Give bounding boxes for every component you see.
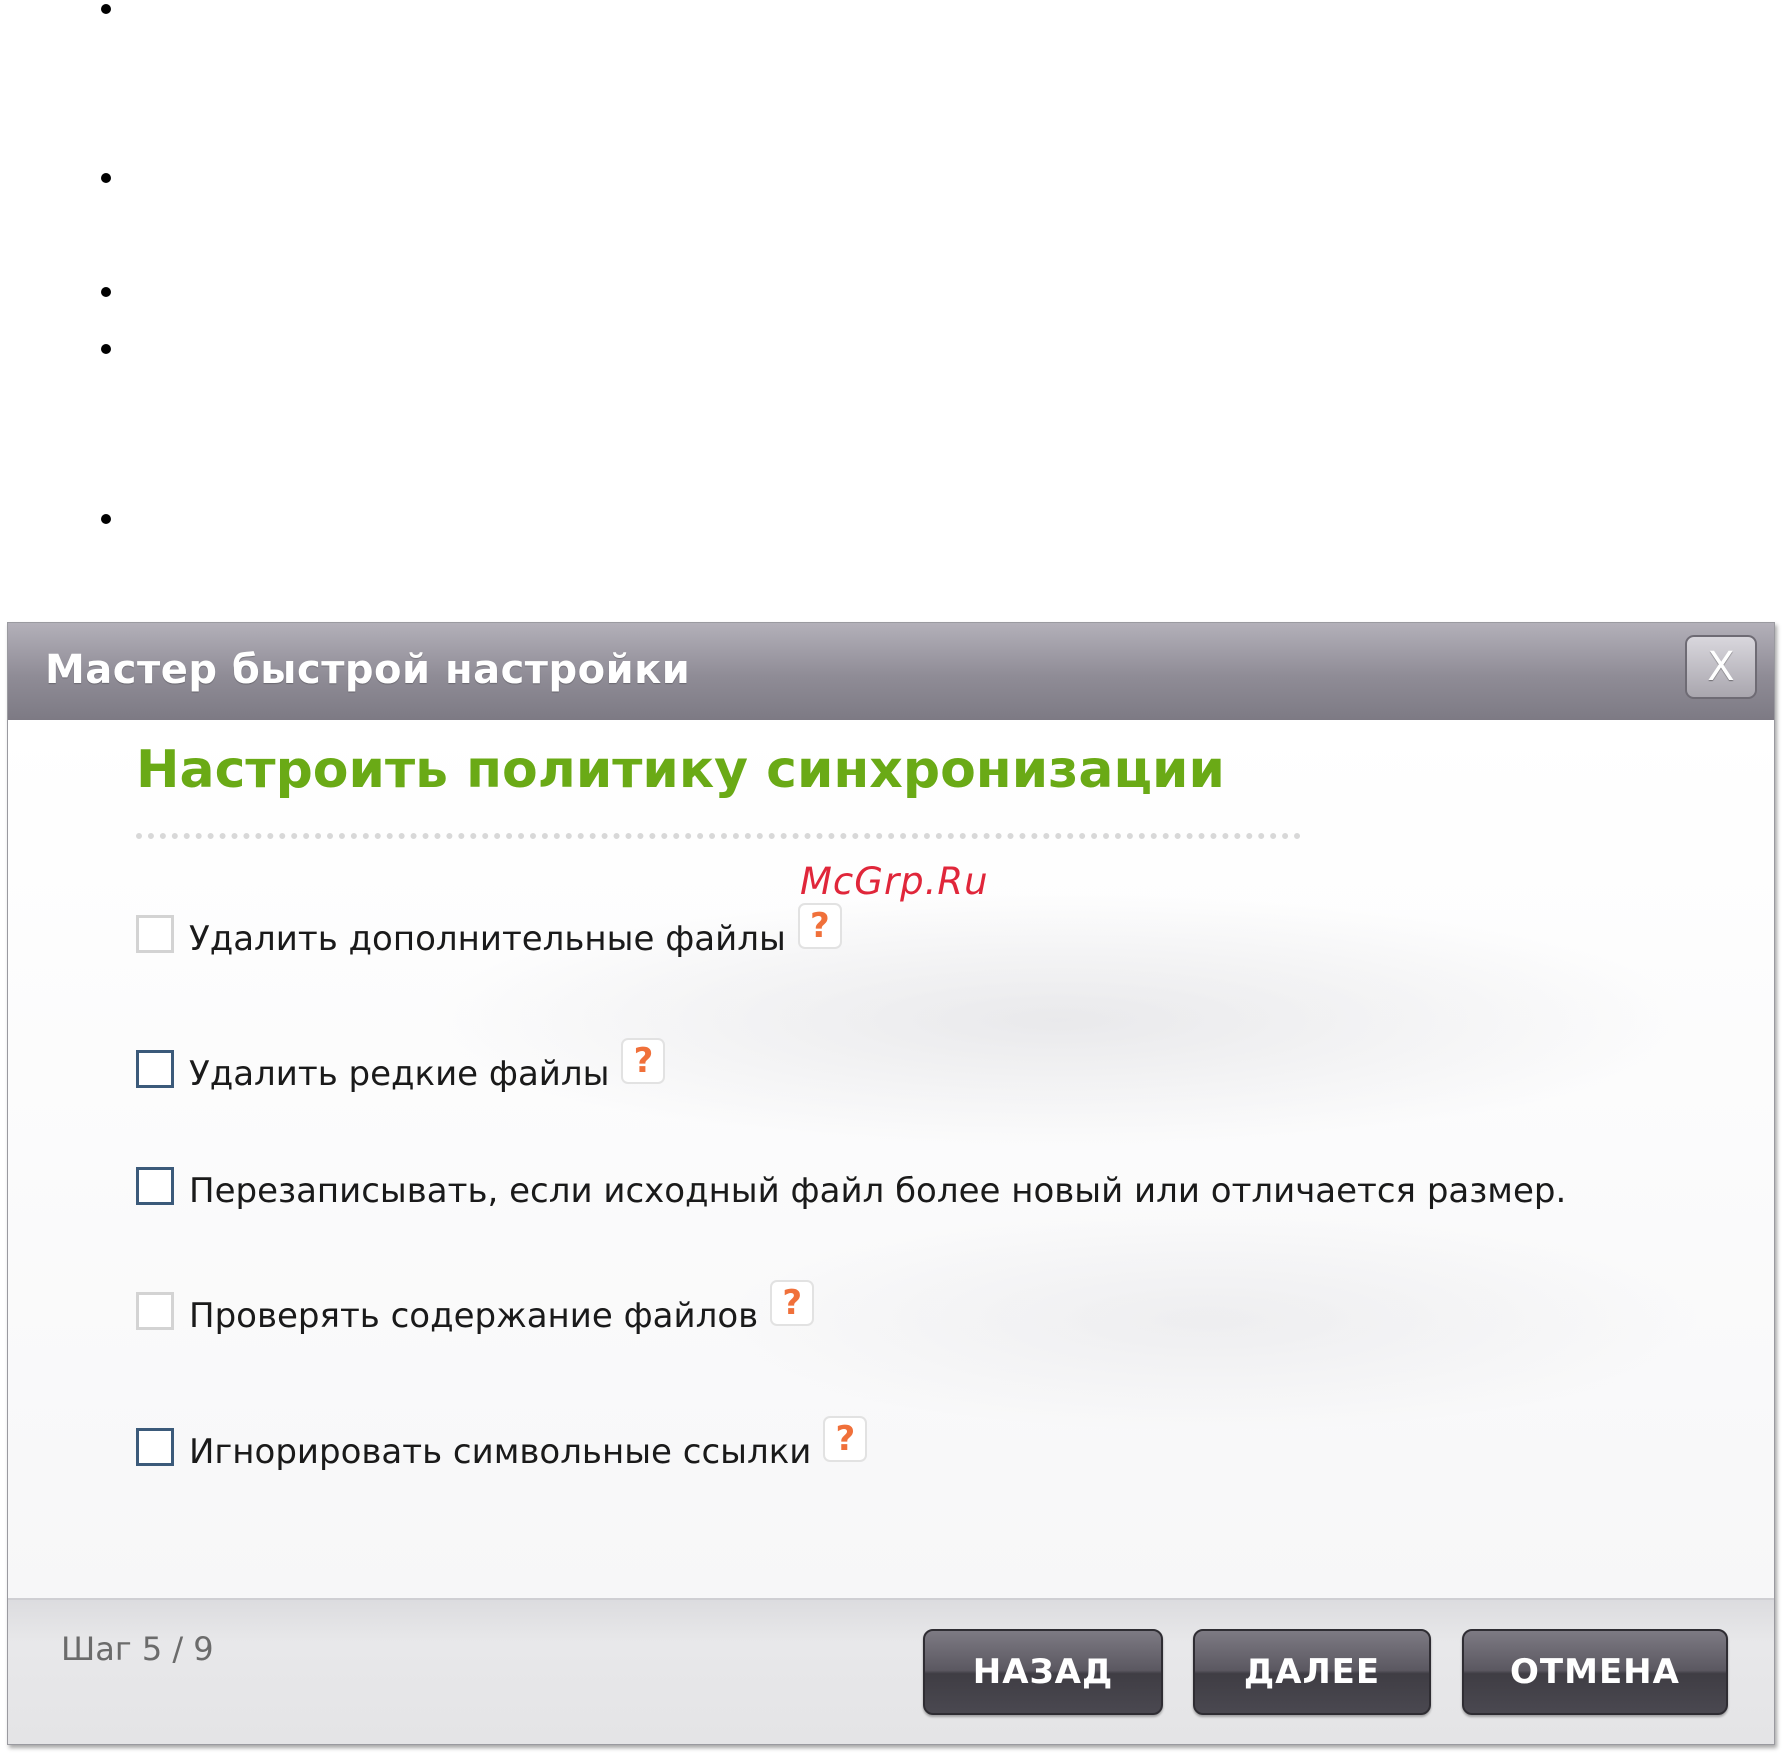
dialog-titlebar: Мастер быстрой настройки X <box>8 623 1774 720</box>
option-overwrite-if-newer: Перезаписывать, если исходный файл более… <box>136 1166 1566 1211</box>
option-label: Удалить редкие файлы <box>189 1054 610 1094</box>
option-check-file-contents: Проверять содержание файлов ? <box>136 1280 815 1336</box>
question-mark-icon: ? <box>809 906 830 946</box>
checkbox-overwrite-if-newer[interactable] <box>136 1167 174 1205</box>
back-button-label: НАЗАД <box>972 1652 1114 1692</box>
option-label: Удалить дополнительные файлы <box>189 919 786 959</box>
next-button-label: ДАЛЕЕ <box>1243 1652 1381 1692</box>
section-heading: Настроить политику синхронизации <box>136 740 1225 800</box>
bullet-dot <box>101 514 111 524</box>
dialog-content: Настроить политику синхронизации McGrp.R… <box>8 720 1774 1598</box>
option-ignore-symlinks: Игнорировать символьные ссылки ? <box>136 1416 868 1472</box>
next-button[interactable]: ДАЛЕЕ <box>1193 1629 1431 1715</box>
back-button[interactable]: НАЗАД <box>923 1629 1163 1715</box>
checkbox-delete-sparse-files[interactable] <box>136 1050 174 1088</box>
checkbox-delete-extra-files[interactable] <box>136 915 174 953</box>
bullet-dot <box>101 4 111 14</box>
close-icon: X <box>1707 644 1735 690</box>
help-icon[interactable]: ? <box>621 1038 666 1084</box>
page: Мастер быстрой настройки X Настроить пол… <box>0 0 1786 1757</box>
option-delete-extra-files: Удалить дополнительные файлы ? <box>136 903 842 959</box>
question-mark-icon: ? <box>633 1041 654 1081</box>
dialog-footer: Шаг 5 / 9 НАЗАД ДАЛЕЕ ОТМЕНА <box>8 1598 1774 1744</box>
help-icon[interactable]: ? <box>797 903 842 949</box>
step-indicator: Шаг 5 / 9 <box>61 1630 214 1668</box>
checkbox-check-file-contents[interactable] <box>136 1292 174 1330</box>
bullet-dot <box>101 287 111 297</box>
dialog-title: Мастер быстрой настройки <box>45 647 691 693</box>
option-label: Проверять содержание файлов <box>189 1296 759 1336</box>
option-delete-sparse-files: Удалить редкие файлы ? <box>136 1038 666 1094</box>
close-button[interactable]: X <box>1685 635 1757 699</box>
help-icon[interactable]: ? <box>770 1280 815 1326</box>
quick-setup-wizard-dialog: Мастер быстрой настройки X Настроить пол… <box>7 622 1775 1745</box>
bullet-dot <box>101 173 111 183</box>
cancel-button[interactable]: ОТМЕНА <box>1462 1629 1728 1715</box>
watermark: McGrp.Ru <box>800 860 989 903</box>
question-mark-icon: ? <box>835 1419 856 1459</box>
checkbox-ignore-symlinks[interactable] <box>136 1428 174 1466</box>
option-label: Игнорировать символьные ссылки <box>189 1432 812 1472</box>
bullet-dot <box>101 344 111 354</box>
cancel-button-label: ОТМЕНА <box>1510 1652 1680 1692</box>
question-mark-icon: ? <box>782 1283 803 1323</box>
option-label: Перезаписывать, если исходный файл более… <box>189 1171 1567 1211</box>
help-icon[interactable]: ? <box>823 1416 868 1462</box>
heading-divider <box>136 833 1301 839</box>
